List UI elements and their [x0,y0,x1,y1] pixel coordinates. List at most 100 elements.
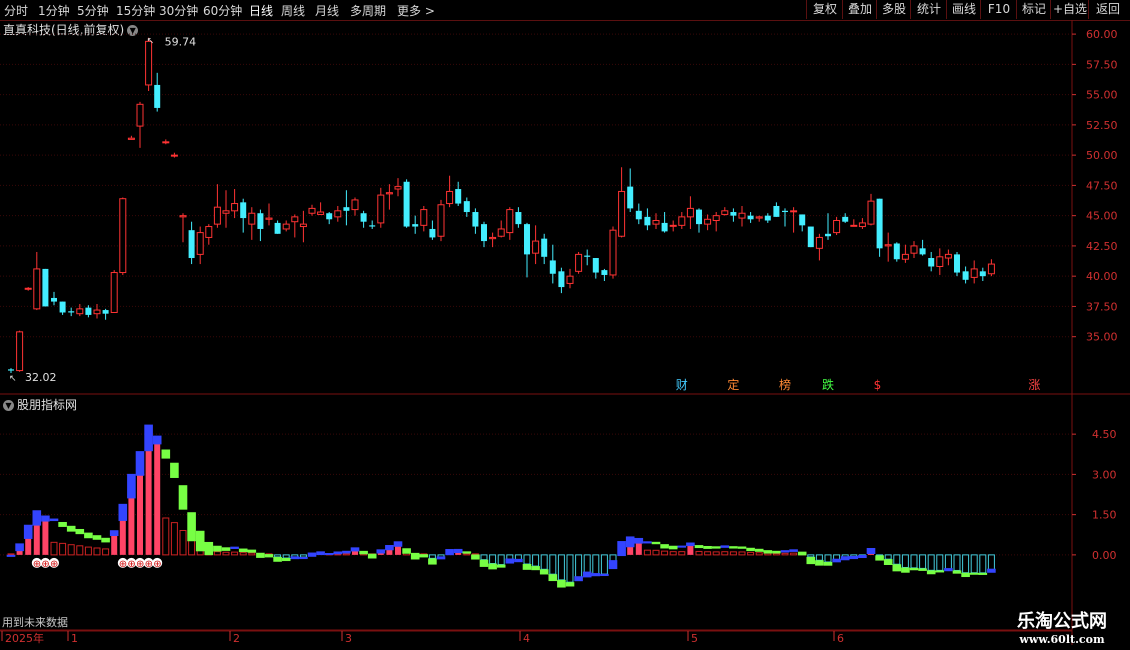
candle-body-down [42,268,49,307]
positive-bar [33,523,40,555]
candle-body-up [33,268,41,310]
negative-bar [566,554,574,583]
weak-bar [721,551,729,556]
negative-bar [901,554,909,568]
trend-ribbon [75,528,85,535]
candle-body-up [566,275,574,284]
candle-body-down [782,210,788,213]
trend-ribbon [436,556,446,560]
trend-ribbon [909,567,919,571]
candle-body-up [884,244,892,247]
trend-ribbon [462,551,472,554]
indicator-tick-label: 0.00 [1092,549,1117,562]
trend-ribbon [127,473,136,499]
trend-ribbon [522,564,532,570]
candle-body-down [842,216,849,222]
trend-ribbon [445,549,454,556]
candle-body-down [584,255,591,257]
trend-ribbon [101,537,110,543]
candle-body-down [59,301,66,313]
negative-bar [884,554,892,560]
candle-body-down [747,215,754,220]
price-tick-label: 55.00 [1086,89,1118,102]
candle-body-down [85,307,92,315]
trend-ribbon [935,570,945,573]
candle-body-down [326,213,333,220]
trend-ribbon [324,553,334,556]
candle-body-up [721,210,729,215]
weak-bar [50,541,58,556]
candle-body-down [825,233,831,237]
trend-ribbon [961,572,970,578]
weak-bar [463,553,471,556]
weak-bar [213,551,221,556]
positive-bar [42,519,49,555]
price-tick-label: 47.50 [1086,179,1118,192]
trend-ribbon [376,549,386,554]
negative-bar [807,554,815,558]
trend-ribbon [514,558,523,563]
candle-body-up [282,223,290,230]
negative-bar [824,554,832,563]
trend-ribbon [393,541,403,547]
candle-body-up [738,212,746,219]
candle-body-up [420,209,428,226]
candle-body-down [429,228,436,238]
trend-ribbon [780,550,790,553]
candle-body-down [188,230,195,259]
candle-body-down [360,213,367,222]
candle-body-up [850,224,858,227]
negative-bar [936,554,944,571]
candle-body-down [515,212,522,225]
candle-body-up [231,203,239,212]
trend-ribbon [608,560,618,570]
grid-lines [0,20,1130,645]
weak-bar [747,551,755,556]
trend-ribbon [944,568,953,572]
signal-glyph: ⊕ [127,559,135,570]
negative-bar [979,554,987,574]
negative-bar [549,554,557,575]
candle-body-up [196,232,204,255]
event-marker: 跌 [822,377,834,392]
weak-bar [248,552,256,556]
event-marker: 榜 [779,377,791,392]
signal-glyph: ⊕ [153,559,161,570]
trend-ribbon [505,558,515,564]
candle-body-down [799,214,806,226]
weak-bar [59,542,67,556]
negative-bar [815,554,823,561]
trend-ribbon [625,536,635,548]
candle-body-down [403,181,410,227]
price-tick-label: 45.00 [1086,210,1118,223]
weak-bar [231,551,239,556]
trend-ribbon [15,543,24,552]
weak-bar [7,553,15,556]
candle-body-up [652,219,660,225]
trend-ribbon [359,550,368,555]
chart-canvas[interactable]: ↖↖ 60.0057.5055.0052.5050.0047.5045.0042… [0,0,1130,650]
candle-body-up [145,40,153,86]
date-tick-label: 2 [233,632,240,645]
candle-body-up [506,209,514,234]
date-tick-label: 5 [691,632,698,645]
candle-body-up [618,190,626,237]
trend-ribbon [686,542,695,547]
signal-glyph: ⊕ [145,559,153,570]
trend-ribbon [952,570,962,574]
trend-ribbon [858,554,867,559]
trend-ribbon [840,556,850,561]
weak-bar [669,551,677,556]
date-axis: 2025年 1 2 3 4 5 6 [1,631,844,645]
candle-body-down [773,205,780,217]
negative-bar [299,554,307,558]
candle-body-down [919,248,926,255]
trend-ribbon [574,576,583,582]
trend-ribbon [582,571,592,578]
trend-ribbon [428,558,437,565]
trend-ribbon [875,555,884,561]
trend-ribbon [746,547,755,552]
weak-bar [179,529,187,556]
trend-ribbon [290,556,300,560]
trend-ribbon [144,424,153,452]
